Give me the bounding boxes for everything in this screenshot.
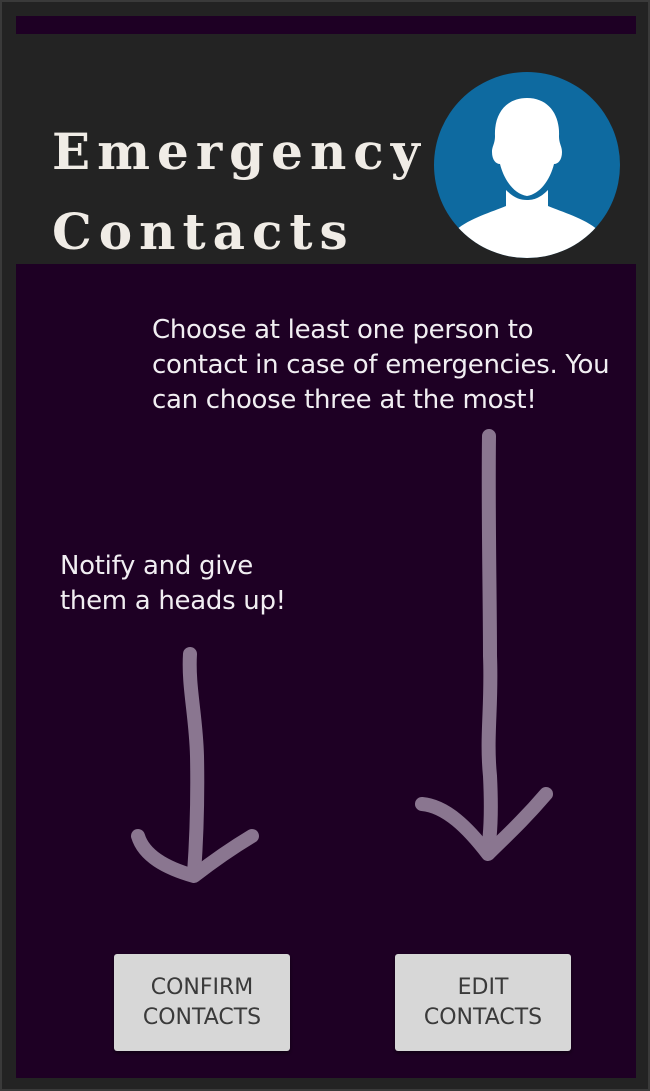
avatar[interactable]: [434, 72, 620, 258]
app-header: Emergency Contacts: [16, 34, 636, 264]
page-title: Emergency Contacts: [52, 122, 427, 261]
hand-drawn-down-arrow-icon: [415, 429, 553, 861]
person-silhouette-icon: [456, 98, 598, 258]
confirm-contacts-button[interactable]: CONFIRM CONTACTS: [114, 954, 290, 1051]
status-bar: [16, 16, 636, 34]
edit-button-label-line2: CONTACTS: [423, 1004, 543, 1030]
hand-drawn-down-arrow-icon: [131, 647, 259, 883]
app-screen: Emergency Contacts Choose at least one p…: [16, 16, 636, 1078]
confirm-button-label-line1: CONFIRM: [150, 974, 254, 1000]
edit-instruction-text: Choose at least one person to contact in…: [152, 315, 610, 415]
edit-contacts-button[interactable]: EDIT CONTACTS: [395, 954, 571, 1051]
confirm-instruction-text: Notify and give them a heads up!: [60, 551, 286, 616]
device-frame: Emergency Contacts Choose at least one p…: [0, 0, 650, 1091]
confirm-button-label-line2: CONTACTS: [142, 1004, 262, 1030]
edit-button-label-line1: EDIT: [457, 974, 509, 1000]
